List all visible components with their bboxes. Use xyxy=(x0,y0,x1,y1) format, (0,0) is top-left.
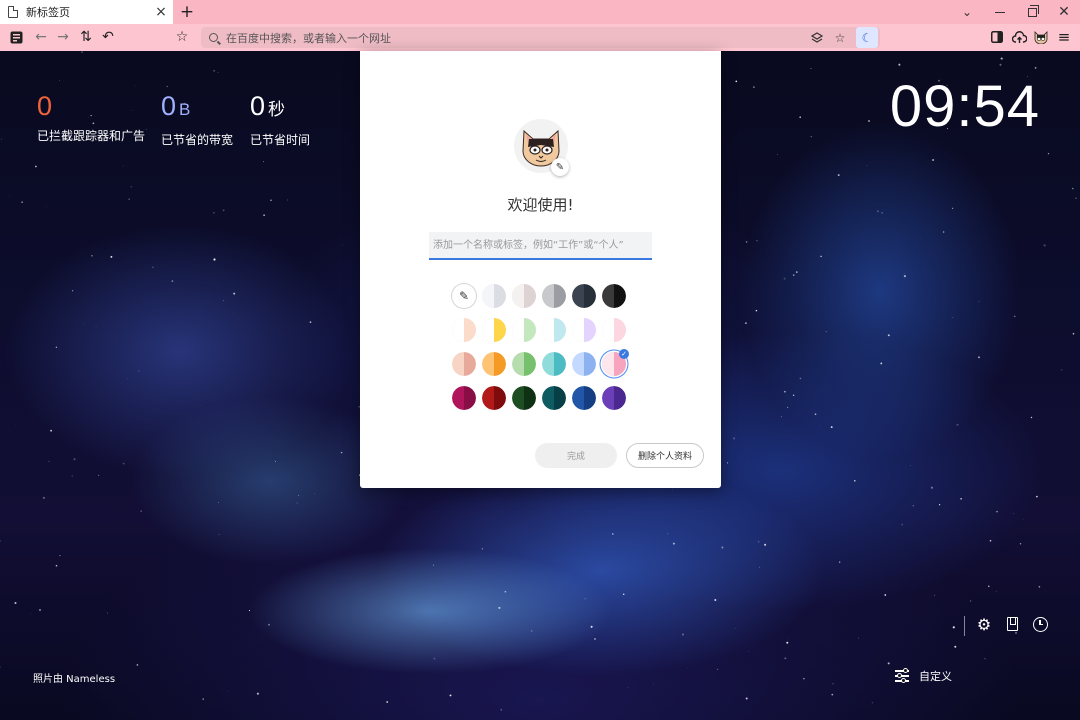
theme-swatch[interactable] xyxy=(482,284,506,308)
toolbar: ← → ⇅ ↶ ☆ 在百度中搜索，或者输入一个网址 ☆ ☾ ≡ xyxy=(0,24,1080,51)
theme-swatch[interactable]: ✓ xyxy=(602,349,629,376)
theme-swatch[interactable] xyxy=(482,318,506,342)
tab-strip: 新标签页 × + ⌄ ✕ xyxy=(0,0,1080,24)
bottom-divider xyxy=(964,616,965,636)
cloud-upload-icon[interactable] xyxy=(1009,27,1029,47)
delete-profile-button[interactable]: 删除个人资料 xyxy=(626,443,704,468)
undo-icon[interactable]: ↶ xyxy=(98,27,118,47)
clock: 09:54 xyxy=(889,74,1040,139)
theme-swatch[interactable] xyxy=(452,318,476,342)
stat-time-saved: 0秒 已节省时间 xyxy=(250,89,310,148)
bandwidth-label: 已节省的带宽 xyxy=(161,133,234,147)
layers-icon[interactable] xyxy=(807,27,827,48)
restore-icon xyxy=(1027,4,1039,17)
time-count: 0 xyxy=(250,91,266,121)
trackers-label: 已拦截跟踪器和广告 xyxy=(37,129,146,143)
bandwidth-count: 0 xyxy=(161,91,177,121)
theme-swatch[interactable] xyxy=(602,386,626,410)
theme-swatch[interactable] xyxy=(512,284,536,308)
theme-swatch[interactable] xyxy=(482,386,506,410)
custom-color-picker-icon[interactable]: ✎ xyxy=(452,284,476,308)
theme-swatch[interactable] xyxy=(572,318,596,342)
sidebar-toggle-icon[interactable] xyxy=(987,27,1007,47)
address-bar[interactable]: 在百度中搜索，或者输入一个网址 ☆ ☾ xyxy=(201,27,880,48)
forward-arrow-icon[interactable]: → xyxy=(53,27,73,47)
sliders-icon xyxy=(895,668,909,682)
selected-check-icon: ✓ xyxy=(619,349,629,359)
theme-swatch[interactable] xyxy=(452,386,476,410)
theme-swatch[interactable] xyxy=(572,352,596,376)
theme-swatch[interactable] xyxy=(512,318,536,342)
tab-close-icon[interactable]: × xyxy=(153,4,169,20)
stat-trackers-blocked: 0 已拦截跟踪器和广告 xyxy=(37,89,145,144)
photo-credit[interactable]: 照片由 Nameless xyxy=(33,670,115,685)
time-label: 已节省时间 xyxy=(250,133,311,147)
close-window-button[interactable]: ✕ xyxy=(1048,0,1080,24)
theme-swatch[interactable] xyxy=(542,352,566,376)
tab-search-chevron-icon[interactable]: ⌄ xyxy=(951,0,983,24)
welcome-heading: 欢迎使用! xyxy=(507,196,574,214)
theme-swatch[interactable] xyxy=(602,284,626,308)
minimize-button[interactable] xyxy=(984,0,1016,24)
bookmark-star-icon[interactable]: ☆ xyxy=(172,27,192,47)
profile-name-input[interactable] xyxy=(429,232,652,260)
stat-bandwidth-saved: 0B 已节省的带宽 xyxy=(161,89,233,148)
reader-mode-icon[interactable] xyxy=(6,27,26,47)
favorite-star-icon[interactable]: ☆ xyxy=(830,27,850,48)
customize-label: 自定义 xyxy=(919,670,952,683)
edit-avatar-pencil-icon[interactable]: ✎ xyxy=(551,158,569,176)
page-icon xyxy=(8,6,18,18)
theme-swatch[interactable] xyxy=(452,352,476,376)
theme-swatch[interactable] xyxy=(542,284,566,308)
back-arrow-icon[interactable]: ← xyxy=(31,27,51,47)
done-button[interactable]: 完成 xyxy=(535,443,617,468)
history-clock-icon[interactable] xyxy=(1031,615,1049,633)
theme-swatch[interactable] xyxy=(572,386,596,410)
profile-avatar-icon[interactable] xyxy=(1031,27,1051,47)
theme-swatch[interactable] xyxy=(542,386,566,410)
customize-button[interactable]: 自定义 xyxy=(895,663,952,689)
tab-title: 新标签页 xyxy=(26,6,70,19)
theme-swatch[interactable] xyxy=(542,318,566,342)
main-menu-icon[interactable]: ≡ xyxy=(1054,27,1074,47)
new-tab-button[interactable]: + xyxy=(177,2,197,22)
restore-button[interactable] xyxy=(1016,0,1048,24)
profile-setup-dialog: ✎ 欢迎使用! ✎ ✓ 完成 删除个人资料 xyxy=(360,51,721,488)
theme-swatch[interactable] xyxy=(602,318,626,342)
tab-new-tab[interactable]: 新标签页 × xyxy=(0,0,173,24)
theme-swatch[interactable] xyxy=(572,284,596,308)
sync-icon[interactable]: ⇅ xyxy=(76,27,96,47)
time-unit: 秒 xyxy=(268,100,286,119)
address-bar-placeholder: 在百度中搜索，或者输入一个网址 xyxy=(226,31,391,45)
trackers-count: 0 xyxy=(37,91,53,121)
bookmarks-icon[interactable] xyxy=(1003,615,1021,633)
dark-mode-moon-icon[interactable]: ☾ xyxy=(856,27,878,48)
settings-gear-icon[interactable]: ⚙ xyxy=(975,615,993,634)
theme-swatch[interactable] xyxy=(512,386,536,410)
theme-swatch[interactable] xyxy=(482,352,506,376)
minimize-icon xyxy=(995,11,1005,13)
search-icon xyxy=(209,33,218,42)
theme-swatch[interactable] xyxy=(512,352,536,376)
bandwidth-unit: B xyxy=(179,100,191,119)
